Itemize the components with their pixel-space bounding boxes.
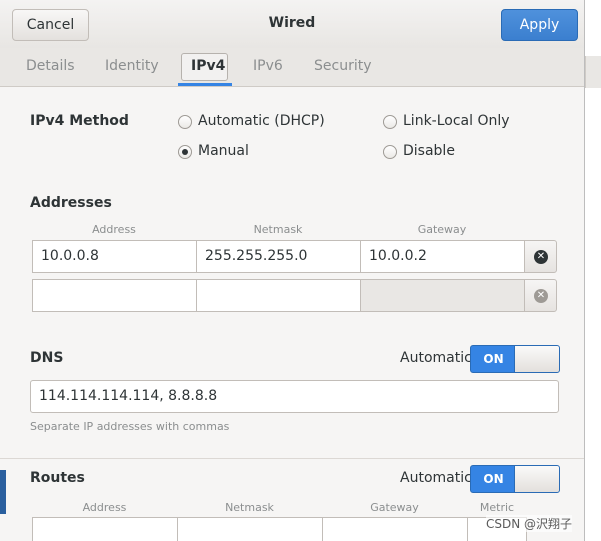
dns-heading: DNS	[30, 350, 64, 366]
address-column-header: Address	[92, 223, 136, 236]
radio-link-local-only-label[interactable]: Link-Local Only	[403, 113, 510, 129]
dns-servers-input[interactable]: 114.114.114.114, 8.8.8.8	[30, 380, 559, 413]
background-window-edge	[0, 470, 6, 514]
route-netmask-column-header: Netmask	[225, 501, 274, 514]
tab-identity[interactable]: Identity	[105, 58, 159, 74]
watermark-text: CSDN @沢翔子	[486, 515, 573, 532]
route-netmask-input[interactable]	[177, 517, 323, 541]
tab-ipv4[interactable]: IPv4	[191, 58, 225, 74]
radio-manual-label[interactable]: Manual	[198, 143, 249, 159]
switch-on-label: ON	[483, 472, 504, 486]
dns-hint: Separate IP addresses with commas	[30, 420, 230, 433]
route-metric-column-header: Metric	[479, 501, 515, 514]
delete-address-button-disabled[interactable]: ✕	[524, 279, 557, 312]
route-gateway-column-header: Gateway	[370, 501, 419, 514]
radio-link-local-only[interactable]	[383, 115, 397, 129]
gateway-input[interactable]: 10.0.0.2	[360, 240, 525, 273]
active-tab-indicator	[178, 83, 232, 86]
radio-disable-label[interactable]: Disable	[403, 143, 455, 159]
netmask-input-empty[interactable]	[196, 279, 361, 312]
address-input-empty[interactable]	[32, 279, 197, 312]
dns-automatic-switch[interactable]: ON	[470, 345, 560, 373]
addresses-heading: Addresses	[30, 195, 112, 211]
switch-knob	[514, 466, 559, 492]
ipv4-method-label: IPv4 Method	[30, 113, 129, 129]
background-tab-edge	[585, 56, 601, 88]
gateway-column-header: Gateway	[417, 223, 467, 236]
delete-address-button[interactable]: ✕	[524, 240, 557, 273]
netmask-column-header: Netmask	[253, 223, 303, 236]
route-gateway-input[interactable]	[322, 517, 468, 541]
section-divider	[0, 458, 584, 459]
switch-on-label: ON	[483, 352, 504, 366]
dns-automatic-label: Automatic	[400, 350, 472, 366]
gateway-input-empty[interactable]	[360, 279, 525, 312]
route-address-column-header: Address	[82, 501, 127, 514]
tab-security[interactable]: Security	[314, 58, 372, 74]
radio-manual[interactable]	[178, 145, 192, 159]
route-address-input[interactable]	[32, 517, 178, 541]
background-window	[585, 0, 601, 541]
header-bar: Cancel Wired Apply	[0, 0, 584, 49]
switch-knob	[514, 346, 559, 372]
radio-automatic-dhcp-label[interactable]: Automatic (DHCP)	[198, 113, 325, 129]
cancel-button[interactable]: Cancel	[12, 9, 89, 41]
radio-automatic-dhcp[interactable]	[178, 115, 192, 129]
tab-ipv6[interactable]: IPv6	[253, 58, 283, 74]
remove-icon: ✕	[534, 250, 548, 264]
network-settings-dialog: Cancel Wired Apply Details Identity IPv4…	[0, 0, 585, 541]
remove-icon: ✕	[534, 289, 548, 303]
routes-automatic-label: Automatic	[400, 470, 472, 486]
netmask-input[interactable]: 255.255.255.0	[196, 240, 361, 273]
routes-automatic-switch[interactable]: ON	[470, 465, 560, 493]
tab-details[interactable]: Details	[26, 58, 75, 74]
routes-heading: Routes	[30, 470, 85, 486]
tab-bar	[0, 48, 584, 87]
radio-disable[interactable]	[383, 145, 397, 159]
apply-button[interactable]: Apply	[501, 9, 578, 41]
address-input[interactable]: 10.0.0.8	[32, 240, 197, 273]
